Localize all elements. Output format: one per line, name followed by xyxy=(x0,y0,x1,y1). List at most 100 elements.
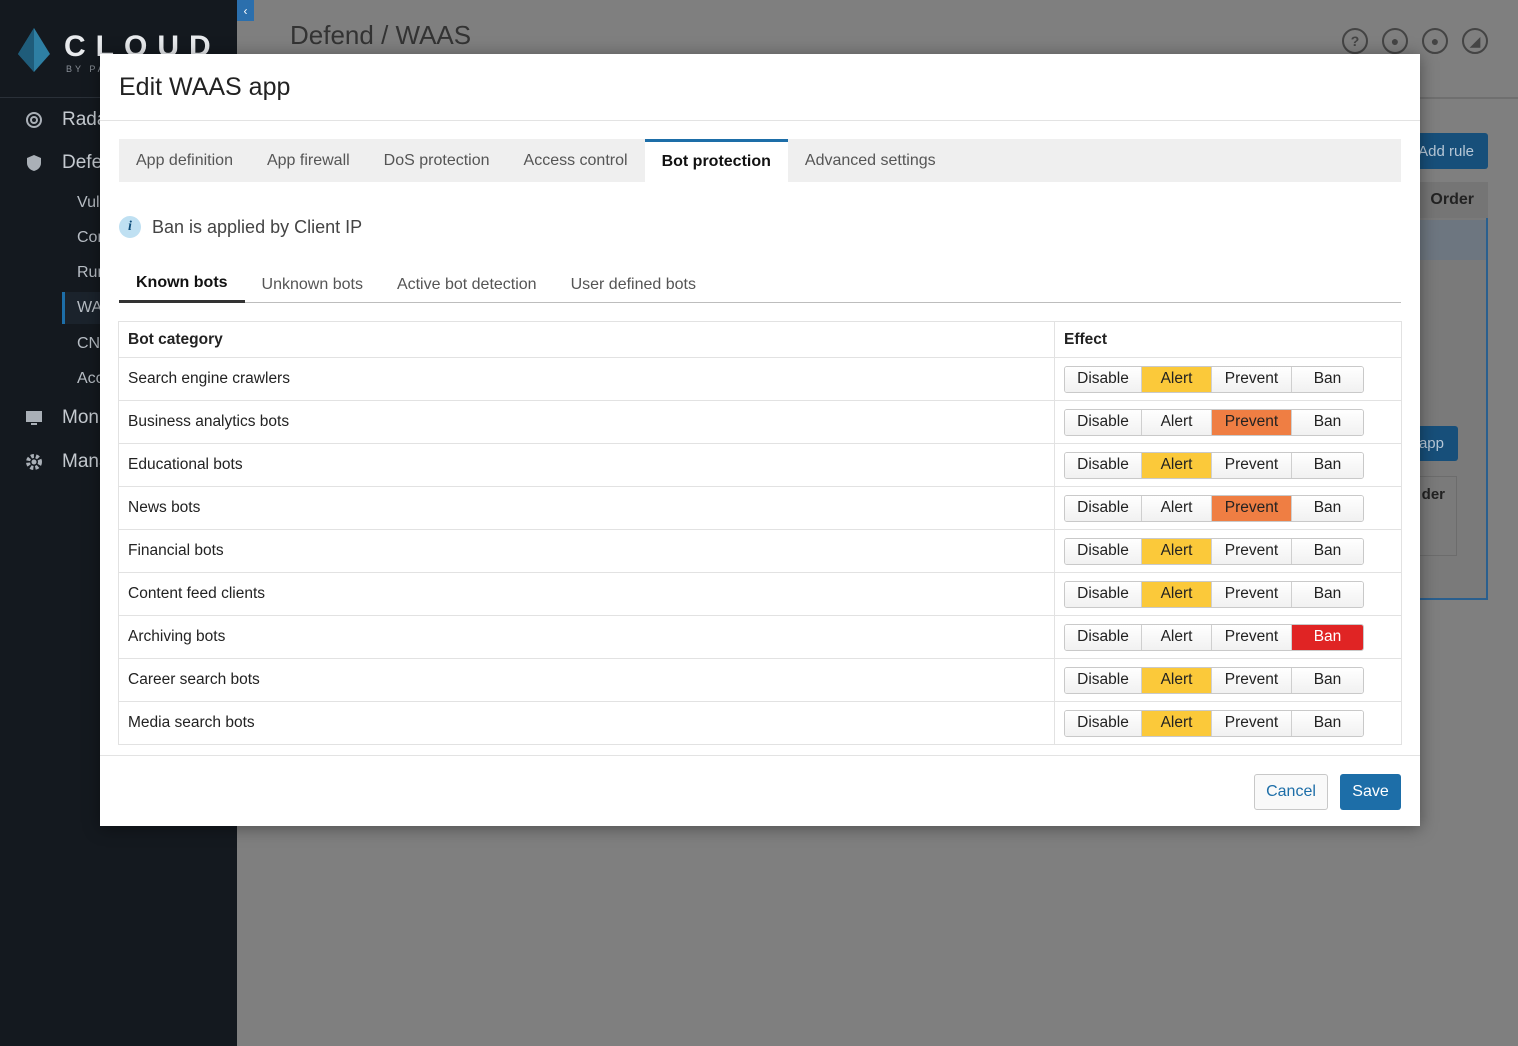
bot-category-cell: Financial bots xyxy=(118,529,1055,573)
bot-category-header: Bot category xyxy=(118,321,1055,358)
info-message: i Ban is applied by Client IP xyxy=(119,216,362,238)
table-row: Media search bots Disable Alert Prevent Ban xyxy=(118,701,1402,745)
effect-option-disable[interactable]: Disable xyxy=(1065,710,1142,736)
effect-segmented-control: Disable Alert Prevent Ban xyxy=(1064,494,1364,522)
tab-app-firewall[interactable]: App firewall xyxy=(250,139,367,182)
known-bots-table: Bot category Effect Search engine crawle… xyxy=(118,321,1402,745)
effect-option-disable[interactable]: Disable xyxy=(1065,538,1142,564)
bot-category-cell: Educational bots xyxy=(118,443,1055,487)
bell-icon[interactable]: ● xyxy=(1382,28,1408,54)
effect-cell: Disable Alert Prevent Ban xyxy=(1054,701,1402,745)
effect-option-prevent[interactable]: Prevent xyxy=(1212,667,1292,693)
bot-category-cell: News bots xyxy=(118,486,1055,530)
monitor-icon xyxy=(26,411,42,425)
subtab-active-bot-detection[interactable]: Active bot detection xyxy=(380,266,554,303)
table-row: Archiving bots Disable Alert Prevent Ban xyxy=(118,615,1402,659)
save-button[interactable]: Save xyxy=(1340,774,1401,810)
effect-option-prevent[interactable]: Prevent xyxy=(1212,409,1292,435)
effect-option-disable[interactable]: Disable xyxy=(1065,581,1142,607)
effect-option-alert[interactable]: Alert xyxy=(1142,452,1212,478)
cancel-button[interactable]: Cancel xyxy=(1254,774,1328,810)
radar-icon xyxy=(26,112,42,128)
subtab-known-bots[interactable]: Known bots xyxy=(119,266,245,303)
effect-option-disable[interactable]: Disable xyxy=(1065,495,1142,521)
effect-segmented-control: Disable Alert Prevent Ban xyxy=(1064,666,1364,694)
bot-category-cell: Content feed clients xyxy=(118,572,1055,616)
info-text: Ban is applied by Client IP xyxy=(152,216,363,237)
effect-cell: Disable Alert Prevent Ban xyxy=(1054,658,1402,702)
effect-option-prevent[interactable]: Prevent xyxy=(1212,366,1292,392)
effect-option-prevent[interactable]: Prevent xyxy=(1212,581,1292,607)
effect-option-alert[interactable]: Alert xyxy=(1142,624,1212,650)
help-icon[interactable]: ? xyxy=(1342,28,1368,54)
effect-option-ban[interactable]: Ban xyxy=(1292,452,1363,478)
effect-option-alert[interactable]: Alert xyxy=(1142,710,1212,736)
effect-option-disable[interactable]: Disable xyxy=(1065,667,1142,693)
effect-option-prevent[interactable]: Prevent xyxy=(1212,495,1292,521)
effect-segmented-control: Disable Alert Prevent Ban xyxy=(1064,623,1364,651)
effect-option-prevent[interactable]: Prevent xyxy=(1212,538,1292,564)
effect-segmented-control: Disable Alert Prevent Ban xyxy=(1064,709,1364,737)
effect-option-alert[interactable]: Alert xyxy=(1142,409,1212,435)
shield-icon xyxy=(27,155,41,171)
bot-category-cell: Media search bots xyxy=(118,701,1055,745)
bot-category-cell: Business analytics bots xyxy=(118,400,1055,444)
table-header-row: Bot category Effect xyxy=(118,321,1402,358)
effect-option-alert[interactable]: Alert xyxy=(1142,366,1212,392)
user-icon[interactable]: ● xyxy=(1422,28,1448,54)
effect-header: Effect xyxy=(1054,321,1402,358)
chevron-left-icon: ‹ xyxy=(243,3,248,18)
effect-option-alert[interactable]: Alert xyxy=(1142,581,1212,607)
effect-cell: Disable Alert Prevent Ban xyxy=(1054,486,1402,530)
bot-subtabs: Known bots Unknown bots Active bot detec… xyxy=(119,266,1401,303)
effect-segmented-control: Disable Alert Prevent Ban xyxy=(1064,537,1364,565)
bot-category-cell: Archiving bots xyxy=(118,615,1055,659)
effect-option-disable[interactable]: Disable xyxy=(1065,409,1142,435)
subtab-user-defined-bots[interactable]: User defined bots xyxy=(554,266,713,303)
effect-option-alert[interactable]: Alert xyxy=(1142,538,1212,564)
table-row: Content feed clients Disable Alert Prevent B… xyxy=(118,572,1402,616)
effect-option-disable[interactable]: Disable xyxy=(1065,624,1142,650)
sidebar-item-label: Defe xyxy=(62,152,103,173)
effect-cell: Disable Alert Prevent Ban xyxy=(1054,400,1402,444)
effect-segmented-control: Disable Alert Prevent Ban xyxy=(1064,408,1364,436)
table-row: Educational bots Disable Alert Prevent Ban xyxy=(118,443,1402,487)
bot-category-cell: Career search bots xyxy=(118,658,1055,702)
tab-access-control[interactable]: Access control xyxy=(507,139,645,182)
table-row: News bots Disable Alert Prevent Ban xyxy=(118,486,1402,530)
effect-option-alert[interactable]: Alert xyxy=(1142,495,1212,521)
effect-cell: Disable Alert Prevent Ban xyxy=(1054,615,1402,659)
table-row: Search engine crawlers Disable Alert Preven… xyxy=(118,357,1402,401)
effect-option-ban[interactable]: Ban xyxy=(1292,710,1363,736)
effect-option-ban[interactable]: Ban xyxy=(1292,366,1363,392)
effect-option-ban[interactable]: Ban xyxy=(1292,624,1363,650)
sidebar-collapse-button[interactable]: ‹ xyxy=(237,0,254,21)
table-row: Career search bots Disable Alert Prevent Ban xyxy=(118,658,1402,702)
effect-segmented-control: Disable Alert Prevent Ban xyxy=(1064,451,1364,479)
tab-app-definition[interactable]: App definition xyxy=(119,139,250,182)
effect-option-disable[interactable]: Disable xyxy=(1065,366,1142,392)
table-row: Financial bots Disable Alert Prevent Ban xyxy=(118,529,1402,573)
effect-cell: Disable Alert Prevent Ban xyxy=(1054,357,1402,401)
bot-category-cell: Search engine crawlers xyxy=(118,357,1055,401)
effect-option-prevent[interactable]: Prevent xyxy=(1212,452,1292,478)
effect-option-ban[interactable]: Ban xyxy=(1292,667,1363,693)
effect-option-alert[interactable]: Alert xyxy=(1142,667,1212,693)
tab-dos-protection[interactable]: DoS protection xyxy=(367,139,507,182)
tab-bot-protection[interactable]: Bot protection xyxy=(644,139,788,182)
modal-title: Edit WAAS app xyxy=(100,54,1420,121)
chart-icon[interactable]: ◢ xyxy=(1462,28,1488,54)
effect-option-ban[interactable]: Ban xyxy=(1292,495,1363,521)
effect-segmented-control: Disable Alert Prevent Ban xyxy=(1064,365,1364,393)
effect-option-ban[interactable]: Ban xyxy=(1292,538,1363,564)
effect-option-prevent[interactable]: Prevent xyxy=(1212,710,1292,736)
edit-waas-app-modal: Edit WAAS app App definition App firewal… xyxy=(100,54,1420,826)
tab-advanced-settings[interactable]: Advanced settings xyxy=(788,139,953,182)
sidebar-item-label: Moni xyxy=(62,407,104,428)
effect-option-ban[interactable]: Ban xyxy=(1292,409,1363,435)
effect-cell: Disable Alert Prevent Ban xyxy=(1054,529,1402,573)
effect-option-disable[interactable]: Disable xyxy=(1065,452,1142,478)
subtab-unknown-bots[interactable]: Unknown bots xyxy=(245,266,380,303)
effect-option-prevent[interactable]: Prevent xyxy=(1212,624,1292,650)
effect-option-ban[interactable]: Ban xyxy=(1292,581,1363,607)
